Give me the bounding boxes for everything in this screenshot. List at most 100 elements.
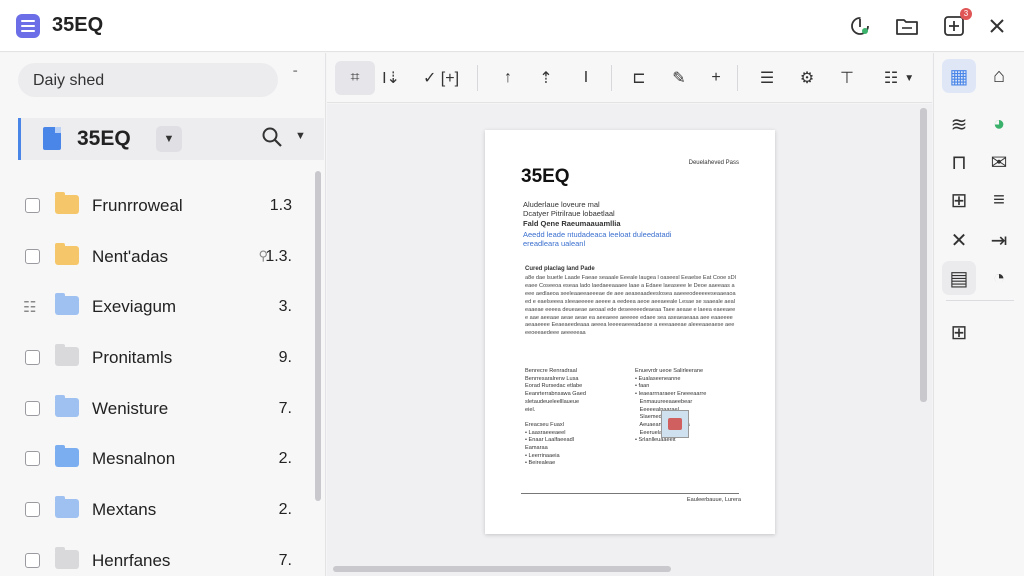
title-bar: 35EQ 3 bbox=[0, 0, 1024, 52]
canvas-vertical-scrollbar[interactable] bbox=[920, 108, 927, 402]
calculator-icon[interactable]: ▦ bbox=[942, 59, 976, 93]
sidebar-scrollbar[interactable] bbox=[315, 171, 321, 501]
file-list-item[interactable]: Nent'adas ⚲ 1.3. bbox=[0, 232, 310, 283]
folder-icon bbox=[55, 445, 79, 468]
doc-blue-line: Aeedd leade ntudadeaca leeloat duleedata… bbox=[523, 230, 672, 239]
doc-sub-line: Aluderlaue loveure mal bbox=[523, 200, 600, 209]
list-lines-icon[interactable]: ☷ bbox=[23, 298, 43, 316]
doc-paragraph: a8e dae lsuetle Laade Faeae seaaale Eeea… bbox=[525, 275, 736, 337]
file-checkbox[interactable] bbox=[25, 451, 40, 467]
list-icon[interactable]: ☷ ▼ bbox=[871, 61, 927, 95]
document-page[interactable]: Deuelaheved Pass 35EQ Aluderlaue loveure… bbox=[485, 130, 775, 534]
tools-icon[interactable]: ✕ bbox=[942, 223, 976, 257]
file-size: 2. bbox=[278, 501, 292, 519]
text-height-icon[interactable]: I⇣ bbox=[375, 61, 407, 95]
doc-divider bbox=[521, 493, 739, 494]
project-selector[interactable]: 35EQ ▼ ▼ bbox=[18, 118, 324, 160]
file-list-item[interactable]: Frunrroweal 1.3 bbox=[0, 181, 310, 232]
folder-icon bbox=[55, 394, 79, 417]
settings-icon[interactable]: ⚙ bbox=[791, 61, 823, 95]
sync-icon[interactable] bbox=[846, 12, 874, 40]
list-tree-icon[interactable]: ≡ bbox=[982, 183, 1016, 217]
pen-icon[interactable]: ✎ bbox=[663, 61, 695, 95]
panel-divider bbox=[946, 300, 1014, 301]
file-checkbox[interactable] bbox=[25, 248, 40, 264]
toolbar-separator bbox=[737, 65, 738, 91]
file-list-item[interactable]: Henrfanes 7. bbox=[0, 536, 310, 576]
file-checkbox[interactable] bbox=[25, 198, 40, 213]
folder-icon bbox=[55, 293, 79, 316]
check-expand-icon[interactable]: ✓ [+] bbox=[415, 61, 467, 95]
note-icon[interactable]: ▤ bbox=[942, 261, 976, 295]
mail-icon[interactable]: ✉ bbox=[982, 145, 1016, 179]
file-size: 9. bbox=[278, 349, 292, 367]
right-tool-panel: ▦ ⌂ ≋ ◕ ⊓ ✉ ⊞ ≡ ✕ ⇥ ▤ ◔ ⊞ bbox=[933, 53, 1024, 576]
file-size: 3. bbox=[278, 298, 292, 316]
doc-column-line: Eeanrterrabnsawa Gaed bbox=[525, 391, 586, 398]
file-size: 7. bbox=[278, 551, 292, 569]
doc-sub-line: Fald Qene Raeumaauamllia bbox=[523, 219, 621, 228]
file-size: 1.3 bbox=[269, 197, 292, 214]
notification-badge: 3 bbox=[960, 8, 972, 20]
sitemap-icon[interactable]: ⊞ bbox=[942, 183, 976, 217]
align-left-icon[interactable]: ⊏ bbox=[623, 61, 655, 95]
add-item-icon[interactable]: 3 bbox=[940, 8, 972, 40]
plus-icon[interactable]: + bbox=[703, 61, 729, 95]
toolbar-separator bbox=[477, 65, 478, 91]
folder-icon bbox=[55, 192, 79, 214]
document-icon bbox=[43, 127, 61, 150]
file-list-item[interactable]: Mesnalnon 2. bbox=[0, 434, 310, 485]
file-list-item[interactable]: ☷ Exeviagum 3. bbox=[0, 282, 310, 333]
color-wheel-icon[interactable]: ◕ bbox=[982, 107, 1016, 141]
doc-column-line: • Srlanlleuaaeelt bbox=[635, 437, 676, 444]
heading-icon[interactable]: ⊤ bbox=[831, 61, 863, 95]
project-dropdown-button[interactable]: ▼ bbox=[156, 126, 182, 152]
file-checkbox[interactable] bbox=[25, 502, 40, 518]
arrow-up-icon[interactable]: ↑ bbox=[495, 61, 521, 95]
doc-column-line: Benrresaralrerw Lusa bbox=[525, 375, 579, 382]
arrow-up-bold-icon[interactable]: ⇡ bbox=[533, 61, 559, 95]
document-list-icon[interactable]: ☰ bbox=[751, 61, 783, 95]
doc-column-line: • Beirealeae bbox=[525, 460, 556, 467]
palette-icon[interactable]: ◔ bbox=[982, 261, 1016, 295]
toolbar-separator bbox=[611, 65, 612, 91]
crop-tool-icon[interactable]: ⌗ bbox=[335, 61, 375, 95]
file-list-item[interactable]: Pronitamls 9. bbox=[0, 333, 310, 384]
export-icon[interactable]: ⇥ bbox=[982, 223, 1016, 257]
file-list-item[interactable]: Mextans 2. bbox=[0, 485, 310, 536]
collapse-caret-icon[interactable]: ˉ bbox=[293, 67, 298, 83]
file-name: Mesnalnon bbox=[92, 449, 176, 469]
search-icon[interactable] bbox=[261, 126, 285, 150]
folder-open-icon[interactable] bbox=[893, 12, 921, 40]
doc-column-line: • Leerrinaaeia bbox=[525, 452, 560, 459]
file-size: 1.3. bbox=[265, 247, 292, 265]
canvas-horizontal-scrollbar[interactable] bbox=[333, 566, 671, 572]
editor-toolbar: ⌗ I⇣ ✓ [+] ↑ ⇡ I ⊏ ✎ + ☰ ⚙ ⊤ ☷ ▼ bbox=[327, 53, 932, 103]
file-name: Nent'adas bbox=[92, 246, 169, 266]
sidebar-search-input[interactable]: Daiy shed bbox=[18, 63, 278, 97]
folder-icon bbox=[55, 546, 79, 569]
doc-column-line: • Ieaearrnaraeer Eneeeaarre bbox=[635, 391, 707, 398]
badge-check-icon[interactable]: ⌂ bbox=[982, 59, 1016, 93]
app-list-icon bbox=[16, 14, 40, 38]
doc-blue-line: ereadleara ualeanl bbox=[523, 239, 586, 248]
doc-column-line: • Enaar Laalfaeeadl bbox=[525, 437, 574, 444]
file-size: 2. bbox=[278, 450, 292, 468]
doc-column-line: Enuevrdr ueoe Salirleerane bbox=[635, 368, 704, 374]
file-name: Wenisture bbox=[92, 398, 169, 418]
doc-thumbnail-image bbox=[661, 410, 689, 438]
file-checkbox[interactable] bbox=[25, 552, 40, 568]
close-icon[interactable] bbox=[983, 12, 1011, 40]
text-cursor-icon[interactable]: I bbox=[573, 61, 599, 95]
file-list-item[interactable]: Wenisture 7. bbox=[0, 384, 310, 435]
doc-column-line bbox=[525, 414, 586, 422]
file-name: Exeviagum bbox=[92, 297, 177, 317]
file-checkbox[interactable] bbox=[25, 400, 40, 416]
doc-column-line: Eorad Rursedac etlabe bbox=[525, 383, 583, 390]
file-checkbox[interactable] bbox=[25, 350, 40, 366]
lock-icon[interactable]: ⊓ bbox=[942, 145, 976, 179]
doc-left-column: Benrecre Renradraal Benrresaralrerw Lusa E… bbox=[525, 368, 586, 468]
database-icon[interactable]: ≋ bbox=[942, 107, 976, 141]
grid-icon[interactable]: ⊞ bbox=[942, 315, 976, 349]
chevron-down-icon[interactable]: ▼ bbox=[295, 130, 306, 142]
